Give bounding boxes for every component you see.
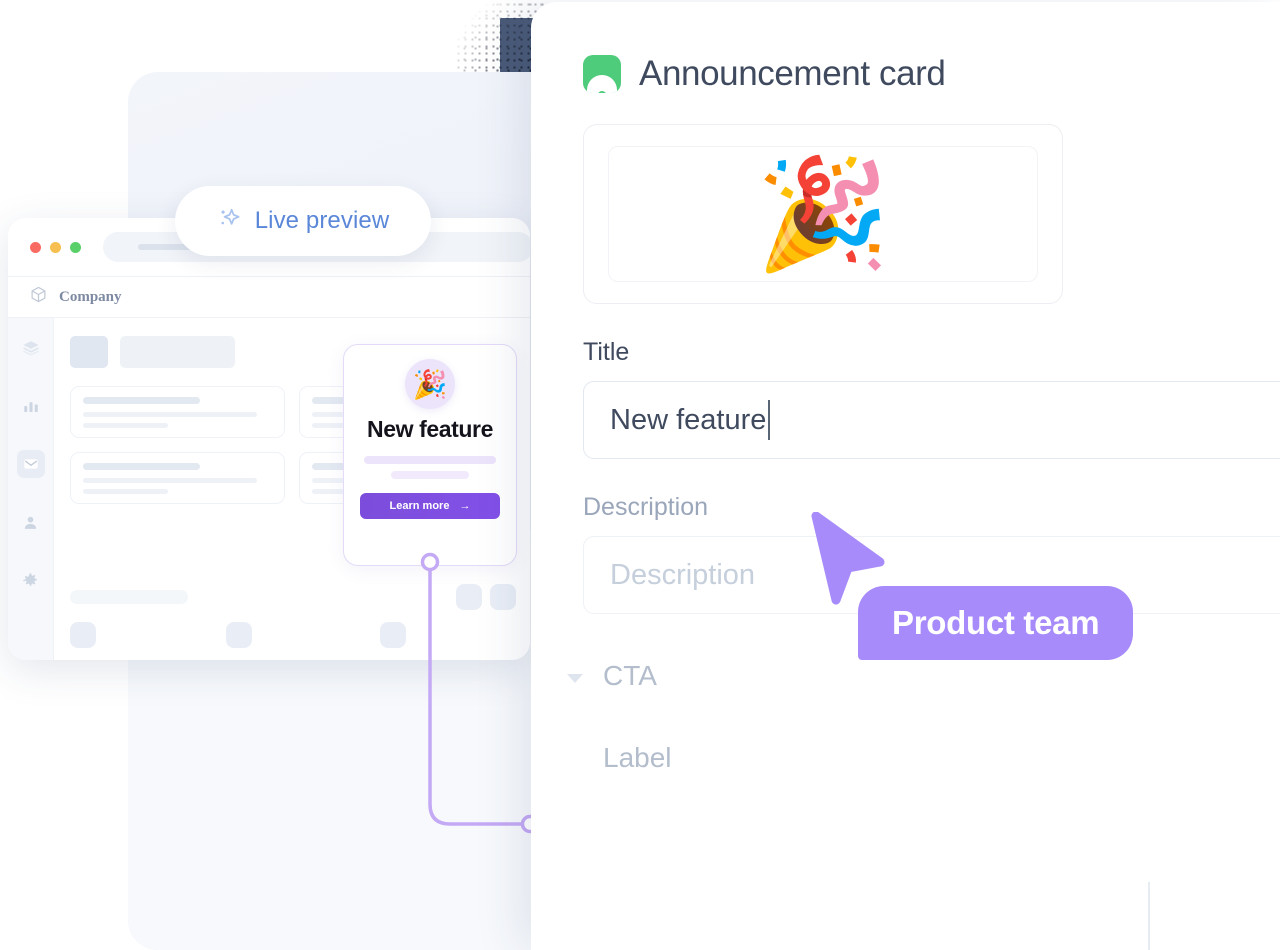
title-input-value: New feature	[610, 403, 767, 436]
announcement-preview-card: 🎉 New feature Learn more →	[343, 344, 517, 566]
preview-card-skeleton-line	[391, 471, 469, 479]
title-field-group: Title New feature	[583, 338, 1280, 459]
envelope-icon[interactable]	[16, 450, 45, 478]
arrow-right-icon: →	[459, 500, 471, 512]
mouse-pointer-icon	[808, 511, 886, 613]
traffic-light-minimize[interactable]	[50, 241, 61, 253]
preview-card-title: New feature	[367, 416, 493, 442]
bar-chart-icon[interactable]	[17, 392, 45, 420]
chevron-down-icon[interactable]	[567, 674, 583, 683]
cta-indent-rail	[1148, 882, 1150, 950]
title-input[interactable]: New feature	[583, 381, 1280, 459]
skeleton-footer-bar	[70, 590, 188, 604]
skeleton-chip	[490, 584, 516, 610]
skeleton-chip	[226, 622, 252, 648]
cube-icon	[30, 286, 47, 308]
description-field-label: Description	[583, 493, 709, 521]
text-caret	[768, 400, 771, 440]
breadcrumb-label: Company	[59, 288, 122, 305]
skeleton-avatar	[70, 336, 108, 368]
page-title: Announcement card	[639, 54, 946, 93]
collaborator-badge: Product team	[858, 586, 1134, 660]
traffic-light-maximize[interactable]	[70, 241, 81, 253]
traffic-light-close[interactable]	[30, 241, 41, 253]
dashboard-sidebar	[8, 318, 54, 660]
gear-icon[interactable]	[17, 566, 45, 594]
editor-header: Announcement card	[531, 2, 1280, 94]
skeleton-chip	[456, 584, 482, 610]
cta-section: CTA Label	[567, 660, 1280, 774]
live-preview-label: Live preview	[254, 207, 390, 234]
image-preview: 🎉	[608, 146, 1038, 282]
description-placeholder: Description	[610, 558, 756, 591]
cta-section-title: CTA	[603, 660, 657, 691]
editor-panel: Announcement card 🎉 Title New feature De…	[531, 2, 1280, 950]
user-icon[interactable]	[17, 508, 45, 536]
skeleton-card	[70, 386, 285, 438]
learn-more-label: Learn more	[389, 500, 450, 512]
sparkle-icon	[217, 206, 243, 237]
breadcrumb: Company	[8, 276, 530, 318]
skeleton-chip	[380, 622, 406, 648]
title-field-label: Title	[583, 338, 630, 366]
live-preview-pill[interactable]: Live preview	[175, 186, 431, 256]
preview-card-skeleton-line	[364, 456, 496, 464]
app-logo-icon	[583, 55, 621, 93]
skeleton-chip	[70, 622, 96, 648]
cta-label-field-label: Label	[603, 742, 672, 773]
skeleton-title	[120, 336, 235, 368]
party-popper-icon: 🎉	[405, 359, 455, 409]
image-upload-area[interactable]: 🎉	[583, 124, 1063, 304]
screenshot-root: Company 🎉 New feature Learn more → Live …	[0, 0, 1280, 950]
skeleton-card	[70, 452, 285, 504]
learn-more-button[interactable]: Learn more →	[360, 493, 500, 519]
layers-icon[interactable]	[17, 334, 45, 362]
